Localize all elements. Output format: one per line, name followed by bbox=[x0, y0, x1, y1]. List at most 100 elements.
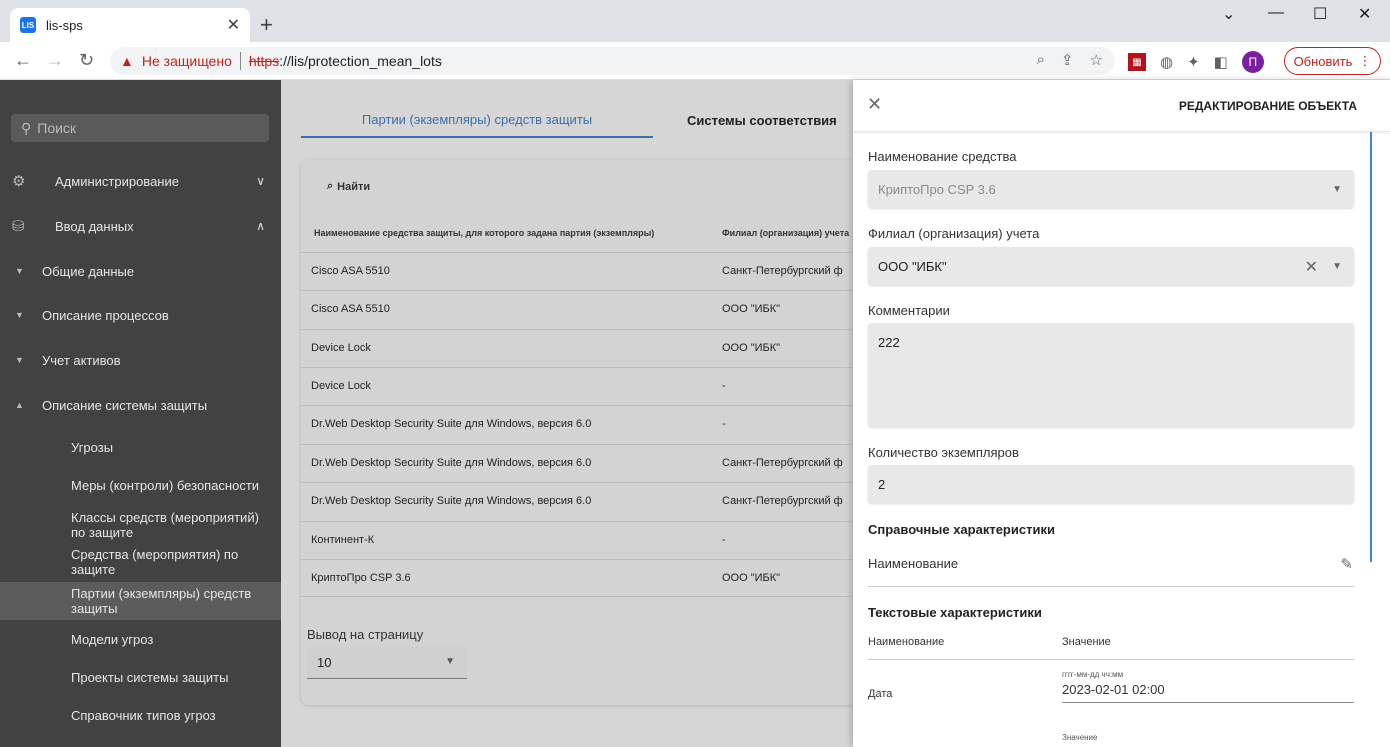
reload-icon[interactable]: ↻ bbox=[79, 50, 94, 71]
dropdown-arrow-icon: ▼ bbox=[1332, 261, 1342, 272]
sidebar-item-protection-lots[interactable]: Партии (экземпляры) средств защиты bbox=[0, 582, 281, 620]
close-icon[interactable]: ✕ bbox=[867, 94, 882, 115]
back-arrow-icon[interactable]: ← bbox=[14, 50, 32, 71]
count-value: 2 bbox=[878, 477, 886, 492]
bookmark-star-icon[interactable]: ☆ bbox=[1090, 51, 1103, 69]
text-col-value-header: Значение bbox=[1062, 636, 1111, 648]
tab-compliance-systems[interactable]: Системы соответствия bbox=[687, 102, 853, 138]
caret-down-icon: ▼ bbox=[15, 355, 24, 365]
tool-select[interactable]: КриптоПро CSP 3.6 ▼ bbox=[868, 170, 1354, 208]
puzzle-extensions-icon[interactable]: ✦ bbox=[1187, 53, 1200, 71]
lots-table-card: ⌕ Найти Наименование средства защиты, дл… bbox=[301, 160, 853, 705]
tool-label: Наименование средства bbox=[868, 149, 1017, 164]
chevron-down-icon: ∨ bbox=[256, 174, 265, 188]
cell-tool: Cisco ASA 5510 bbox=[311, 265, 390, 277]
sidebar-item-security-measures[interactable]: Меры (контроли) безопасности bbox=[0, 472, 281, 498]
content-tabs: Партии (экземпляры) средств защиты Систе… bbox=[301, 102, 853, 138]
forward-arrow-icon[interactable]: → bbox=[46, 50, 64, 71]
sidebar-item-threat-models[interactable]: Модели угроз bbox=[0, 626, 281, 652]
sidebar-item-label: Классы средств (мероприятий) по защите bbox=[71, 510, 259, 540]
reference-characteristics-title: Справочные характеристики bbox=[868, 522, 1055, 537]
date-label: Дата bbox=[868, 688, 893, 700]
sidebar-item-label: Описание системы защиты bbox=[42, 397, 208, 413]
branch-select[interactable]: ООО "ИБК" ✕ ▼ bbox=[868, 247, 1354, 285]
clear-icon[interactable]: ✕ bbox=[1305, 257, 1318, 277]
sidebar-item-general-data[interactable]: ▼ Общие данные bbox=[0, 258, 281, 284]
cell-branch: - bbox=[722, 534, 726, 546]
table-row[interactable]: Cisco ASA 5510 ООО "ИБК" bbox=[301, 290, 853, 328]
address-separator bbox=[239, 52, 241, 70]
tab-search-chevron-icon[interactable]: ⌄ bbox=[1222, 4, 1235, 24]
new-tab-icon[interactable]: + bbox=[260, 12, 273, 38]
table-row[interactable]: КриптоПро CSP 3.6 ООО "ИБК" bbox=[301, 559, 853, 597]
tool-value: КриптоПро CSP 3.6 bbox=[878, 182, 996, 197]
panel-title: РЕДАКТИРОВАНИЕ ОБЪЕКТА bbox=[1178, 99, 1357, 113]
side-panel-icon[interactable]: ◧ bbox=[1214, 53, 1228, 71]
find-button-label: Найти bbox=[337, 180, 371, 193]
count-label: Количество экземпляров bbox=[868, 445, 1019, 460]
cell-branch: - bbox=[722, 380, 726, 392]
search-icon: ⌕ bbox=[327, 180, 334, 192]
caret-down-icon: ▼ bbox=[15, 266, 24, 276]
sidebar-item-protection-classes[interactable]: Классы средств (мероприятий) по защите bbox=[0, 509, 281, 541]
warning-icon: ▲ bbox=[120, 53, 134, 69]
sidebar-item-label: Общие данные bbox=[42, 263, 135, 279]
cell-branch: Санкт-Петербургский ф bbox=[722, 457, 843, 469]
count-input[interactable]: 2 bbox=[868, 465, 1354, 503]
table-row[interactable]: Dr.Web Desktop Security Suite для Window… bbox=[301, 444, 853, 482]
tab-close-icon[interactable]: ✕ bbox=[227, 15, 240, 35]
maximize-icon[interactable]: ☐ bbox=[1313, 4, 1327, 24]
per-page-select[interactable]: 10 ▼ bbox=[307, 647, 467, 679]
cell-tool: Device Lock bbox=[311, 380, 371, 392]
dropdown-arrow-icon: ▼ bbox=[1332, 184, 1342, 195]
table-row[interactable]: Cisco ASA 5510 Санкт-Петербургский ф bbox=[301, 252, 853, 290]
table-row[interactable]: Device Lock ООО "ИБК" bbox=[301, 329, 853, 367]
sidebar-item-protection-means[interactable]: Средства (мероприятия) по защите bbox=[0, 546, 281, 578]
insecure-label[interactable]: Не защищено bbox=[142, 53, 232, 69]
sidebar-item-label: Меры (контроли) безопасности bbox=[71, 477, 260, 493]
table-row[interactable]: Dr.Web Desktop Security Suite для Window… bbox=[301, 482, 853, 520]
column-header-tool[interactable]: Наименование средства защиты, для которо… bbox=[314, 228, 654, 238]
scroll-indicator[interactable] bbox=[1370, 132, 1372, 562]
date-input[interactable]: 2023-02-01 02:00 bbox=[1062, 682, 1165, 697]
window-close-icon[interactable]: ✕ bbox=[1358, 4, 1371, 24]
pencil-edit-icon[interactable]: ✎ bbox=[1340, 555, 1353, 573]
cell-branch: Санкт-Петербургский ф bbox=[722, 495, 843, 507]
minimize-icon[interactable]: — bbox=[1268, 4, 1284, 22]
table-row[interactable]: Континент-К - bbox=[301, 521, 853, 559]
comments-value: 222 bbox=[878, 335, 900, 350]
profile-avatar[interactable]: П bbox=[1241, 51, 1264, 73]
text-col-name-header: Наименование bbox=[868, 636, 945, 648]
find-button[interactable]: ⌕ Найти bbox=[327, 180, 370, 193]
sidebar-item-administration[interactable]: ⚙ Администрирование ∨ bbox=[0, 168, 281, 194]
zoom-icon[interactable]: ⌕ bbox=[1037, 51, 1045, 69]
main-content: Партии (экземпляры) средств защиты Систе… bbox=[281, 80, 853, 747]
sidebar-item-protection-system[interactable]: ▲ Описание системы защиты bbox=[0, 392, 281, 418]
tab-title: lis-sps bbox=[46, 17, 83, 33]
cell-tool: Dr.Web Desktop Security Suite для Window… bbox=[311, 418, 592, 430]
address-bar[interactable]: ▲ Не защищено https ://lis/protection_me… bbox=[110, 47, 1115, 75]
cell-branch: ООО "ИБК" bbox=[722, 342, 781, 354]
sidebar-item-asset-accounting[interactable]: ▼ Учет активов bbox=[0, 347, 281, 373]
value-hint[interactable]: Значение bbox=[1062, 733, 1097, 742]
update-button[interactable]: Обновить ⋮ bbox=[1284, 47, 1381, 75]
text-characteristics-title: Текстовые характеристики bbox=[868, 605, 1042, 620]
globe-icon[interactable]: ◍ bbox=[1160, 53, 1173, 71]
cell-branch: ООО "ИБК" bbox=[722, 572, 781, 584]
extension-red-icon[interactable]: ▦ bbox=[1128, 53, 1146, 71]
sidebar-item-protection-projects[interactable]: Проекты системы защиты bbox=[0, 664, 281, 690]
comments-textarea[interactable]: 222 bbox=[868, 323, 1354, 427]
cell-tool: Континент-К bbox=[311, 534, 375, 546]
column-header-branch[interactable]: Филиал (организация) учета bbox=[722, 228, 849, 238]
sidebar-item-threats[interactable]: Угрозы bbox=[0, 434, 281, 460]
share-icon[interactable]: ⇪ bbox=[1061, 51, 1074, 69]
tab-protection-lots[interactable]: Партии (экземпляры) средств защиты bbox=[301, 102, 653, 138]
sidebar-item-data-entry[interactable]: ⛁ Ввод данных ∧ bbox=[0, 213, 281, 239]
table-row[interactable]: Device Lock - bbox=[301, 367, 853, 405]
sidebar-search-input[interactable]: ⚲ Поиск bbox=[11, 114, 269, 142]
table-row[interactable]: Dr.Web Desktop Security Suite для Window… bbox=[301, 405, 853, 443]
browser-tab[interactable]: LIS lis-sps ✕ bbox=[10, 8, 250, 42]
sidebar: ⚲ Поиск ⚙ Администрирование ∨ ⛁ Ввод дан… bbox=[0, 80, 281, 747]
sidebar-item-threat-types[interactable]: Справочник типов угроз bbox=[0, 702, 281, 728]
sidebar-item-process-description[interactable]: ▼ Описание процессов bbox=[0, 302, 281, 328]
